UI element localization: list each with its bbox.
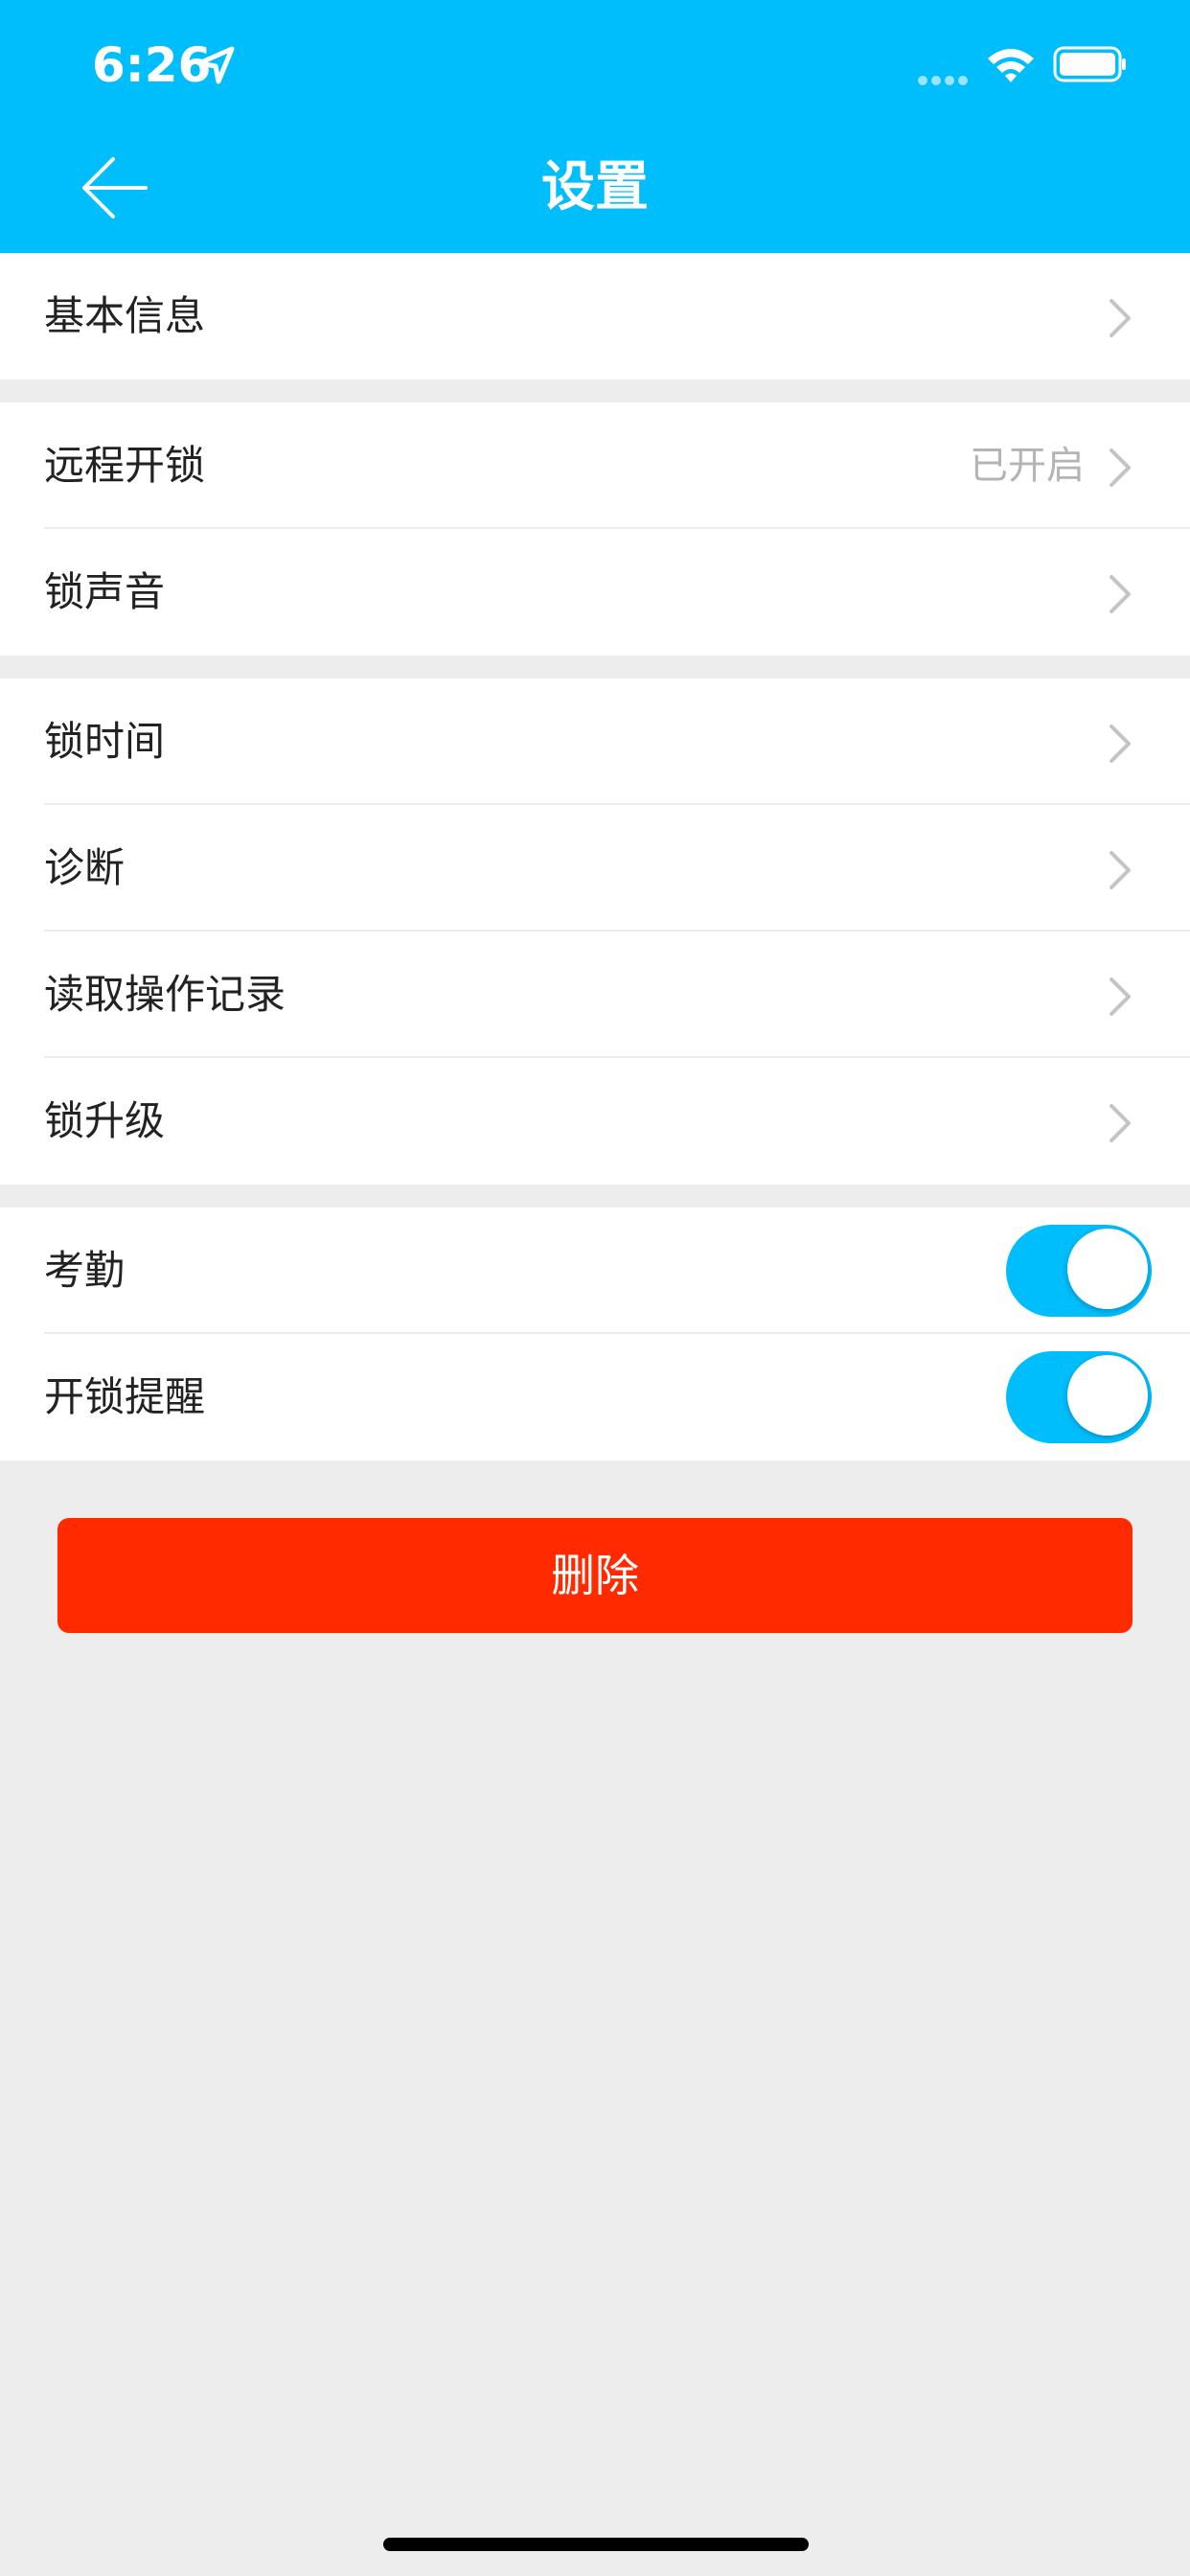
- row-attendance: 考勤: [0, 1208, 1190, 1334]
- row-label: 锁声音: [44, 568, 166, 615]
- unlock-reminder-toggle[interactable]: [1006, 1351, 1152, 1443]
- row-label: 开锁提醒: [44, 1373, 206, 1420]
- row-lock-upgrade[interactable]: 锁升级: [0, 1058, 1190, 1184]
- settings-group-basic: 基本信息: [0, 253, 1190, 380]
- row-remote-unlock[interactable]: 远程开锁 已开启: [0, 402, 1190, 529]
- home-indicator[interactable]: [383, 2538, 809, 2551]
- wifi-icon: [988, 49, 1034, 82]
- toggle-knob: [1067, 1355, 1148, 1436]
- row-label: 基本信息: [44, 292, 206, 339]
- delete-button[interactable]: 删除: [57, 1518, 1133, 1633]
- row-diagnosis[interactable]: 诊断: [0, 805, 1190, 932]
- remote-unlock-status: 已开启: [970, 444, 1085, 488]
- app-header: 6:26 设置: [0, 0, 1190, 253]
- row-basic-info[interactable]: 基本信息: [0, 253, 1190, 380]
- row-label: 锁升级: [44, 1097, 166, 1144]
- chevron-right-icon: [1110, 575, 1131, 613]
- chevron-right-icon: [1110, 851, 1131, 889]
- settings-group-lock: 远程开锁 已开启 锁声音: [0, 402, 1190, 656]
- row-label: 读取操作记录: [44, 971, 286, 1018]
- row-read-records[interactable]: 读取操作记录: [0, 932, 1190, 1058]
- location-arrow-icon: [196, 46, 235, 84]
- battery-icon: [1053, 46, 1126, 82]
- row-lock-time[interactable]: 锁时间: [0, 678, 1190, 805]
- attendance-toggle[interactable]: [1006, 1225, 1152, 1317]
- settings-group-maintenance: 锁时间 诊断 读取操作记录 锁升级: [0, 678, 1190, 1184]
- page-title: 设置: [541, 156, 649, 218]
- chevron-right-icon: [1110, 724, 1131, 763]
- cellular-signal-icon: [918, 71, 972, 85]
- settings-group-toggles: 考勤 开锁提醒: [0, 1208, 1190, 1460]
- toggle-knob: [1067, 1229, 1148, 1309]
- chevron-right-icon: [1110, 448, 1131, 487]
- chevron-right-icon: [1110, 1104, 1131, 1142]
- row-label: 远程开锁: [44, 442, 206, 489]
- chevron-right-icon: [1110, 299, 1131, 337]
- row-label: 诊断: [44, 844, 126, 891]
- row-label: 锁时间: [44, 718, 166, 765]
- status-time: 6:26: [92, 37, 212, 93]
- chevron-right-icon: [1110, 978, 1131, 1016]
- row-unlock-reminder: 开锁提醒: [0, 1334, 1190, 1460]
- row-lock-sound[interactable]: 锁声音: [0, 529, 1190, 656]
- row-label: 考勤: [44, 1247, 126, 1294]
